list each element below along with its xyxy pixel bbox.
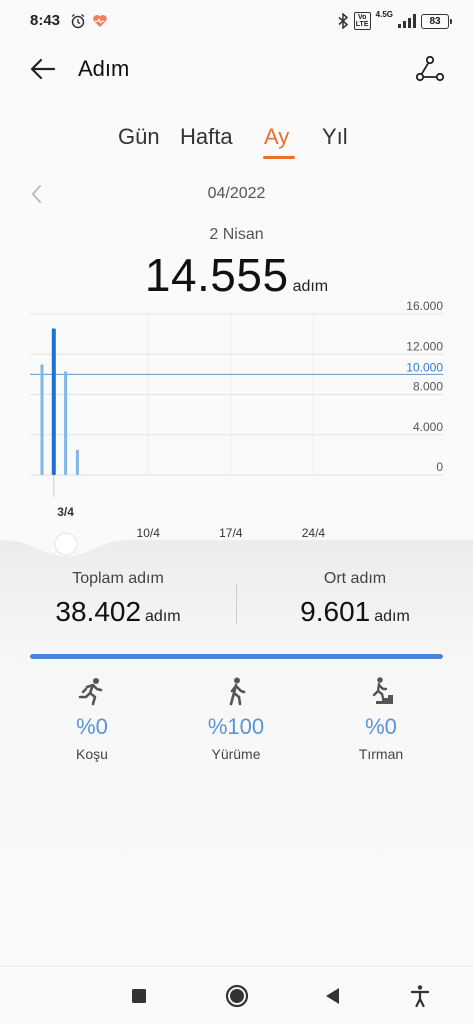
tab-day[interactable]: Gün — [118, 124, 160, 150]
x-tick-label: 3/4 — [57, 505, 74, 519]
bluetooth-icon — [338, 13, 348, 29]
page-title: Adım — [78, 56, 130, 81]
battery-icon: 83 — [421, 13, 452, 29]
activity-split-bar — [30, 654, 443, 659]
bar — [40, 364, 44, 475]
running-percent: %0 — [76, 714, 108, 739]
activity-running: %0 Koşu — [27, 672, 157, 762]
running-label: Koşu — [76, 746, 108, 762]
tab-year[interactable]: Yıl — [322, 124, 348, 150]
total-steps-label: Toplam adım — [72, 570, 164, 587]
signal-icon — [398, 14, 416, 28]
period-label: 04/2022 — [207, 185, 266, 202]
stats-summary: Toplam adım 38.402 adım Ort adım 9.601 adı… — [0, 570, 473, 640]
climbing-icon — [370, 677, 393, 704]
average-steps-stat: Ort adım 9.601 adım — [237, 570, 473, 628]
climbing-label: Tırman — [358, 746, 404, 762]
average-line-label: 10.000 — [406, 360, 443, 374]
system-nav-bar — [0, 966, 473, 1024]
activity-climbing: %0 Tırman — [316, 672, 446, 762]
back-arrow-icon[interactable] — [28, 54, 58, 84]
health-heart-icon — [93, 15, 107, 27]
activity-breakdown: %0 Koşu %100 Yürüme %0 Tırman — [0, 672, 473, 772]
network-type: 4.5G — [375, 10, 393, 19]
period-selector: 04/2022 — [0, 180, 473, 210]
y-tick-label: 16.000 — [406, 300, 443, 313]
bar-selected — [51, 328, 56, 475]
total-steps-stat: Toplam adım 38.402 adım — [0, 570, 236, 628]
selected-step-unit: adım — [292, 278, 329, 295]
tab-week[interactable]: Hafta — [180, 124, 233, 150]
selected-date: 2 Nisan — [209, 226, 264, 243]
x-tick-label: 24/4 — [302, 526, 326, 540]
recent-apps-icon[interactable] — [126, 983, 152, 1009]
share-icon[interactable] — [415, 54, 445, 84]
y-tick-label: 4.000 — [413, 420, 443, 434]
x-tick-label: 10/4 — [137, 526, 161, 540]
climbing-percent: %0 — [365, 714, 397, 739]
selected-value-row: 14.555 adım — [0, 248, 473, 302]
status-bar: 8:43 Vo LTE 4.5G 83 — [0, 0, 473, 44]
active-tab-indicator — [263, 156, 295, 159]
bar — [64, 371, 68, 475]
average-steps-unit: adım — [374, 608, 410, 625]
bar — [75, 449, 79, 475]
volte-icon: Vo LTE — [353, 12, 371, 30]
tab-month[interactable]: Ay — [264, 124, 289, 150]
walking-share-fill — [30, 654, 443, 659]
status-indicators: Vo LTE 4.5G 83 — [337, 10, 452, 30]
activity-walking: %100 Yürüme — [171, 672, 301, 762]
app-bar: Adım — [0, 48, 473, 94]
average-steps-value: 9.601 — [300, 596, 371, 627]
y-tick-label: 0 — [436, 460, 443, 474]
walking-icon — [229, 677, 246, 706]
status-time: 8:43 — [30, 12, 61, 29]
alarm-icon — [71, 13, 85, 29]
y-tick-label: 8.000 — [413, 380, 443, 394]
back-icon[interactable] — [320, 983, 346, 1009]
x-tick-label: 17/4 — [219, 526, 243, 540]
battery-level: 83 — [429, 15, 441, 27]
period-tabs: Gün Hafta Ay Yıl — [0, 120, 473, 160]
y-tick-label: 12.000 — [406, 339, 443, 353]
selected-step-count: 14.555 — [144, 249, 289, 301]
total-steps-unit: adım — [145, 608, 181, 625]
walking-label: Yürüme — [211, 746, 261, 762]
average-steps-label: Ort adım — [323, 570, 387, 587]
walking-percent: %100 — [207, 714, 265, 739]
monthly-steps-chart[interactable]: 0 4.000 8.000 12.000 16.000 10.000 3/4 10/4 17/4… — [0, 300, 473, 560]
running-icon — [78, 678, 103, 706]
total-steps-value: 38.402 — [55, 596, 142, 627]
home-icon[interactable] — [224, 983, 250, 1009]
chart-scrubber-handle[interactable] — [54, 532, 78, 556]
accessibility-icon[interactable] — [407, 983, 433, 1009]
